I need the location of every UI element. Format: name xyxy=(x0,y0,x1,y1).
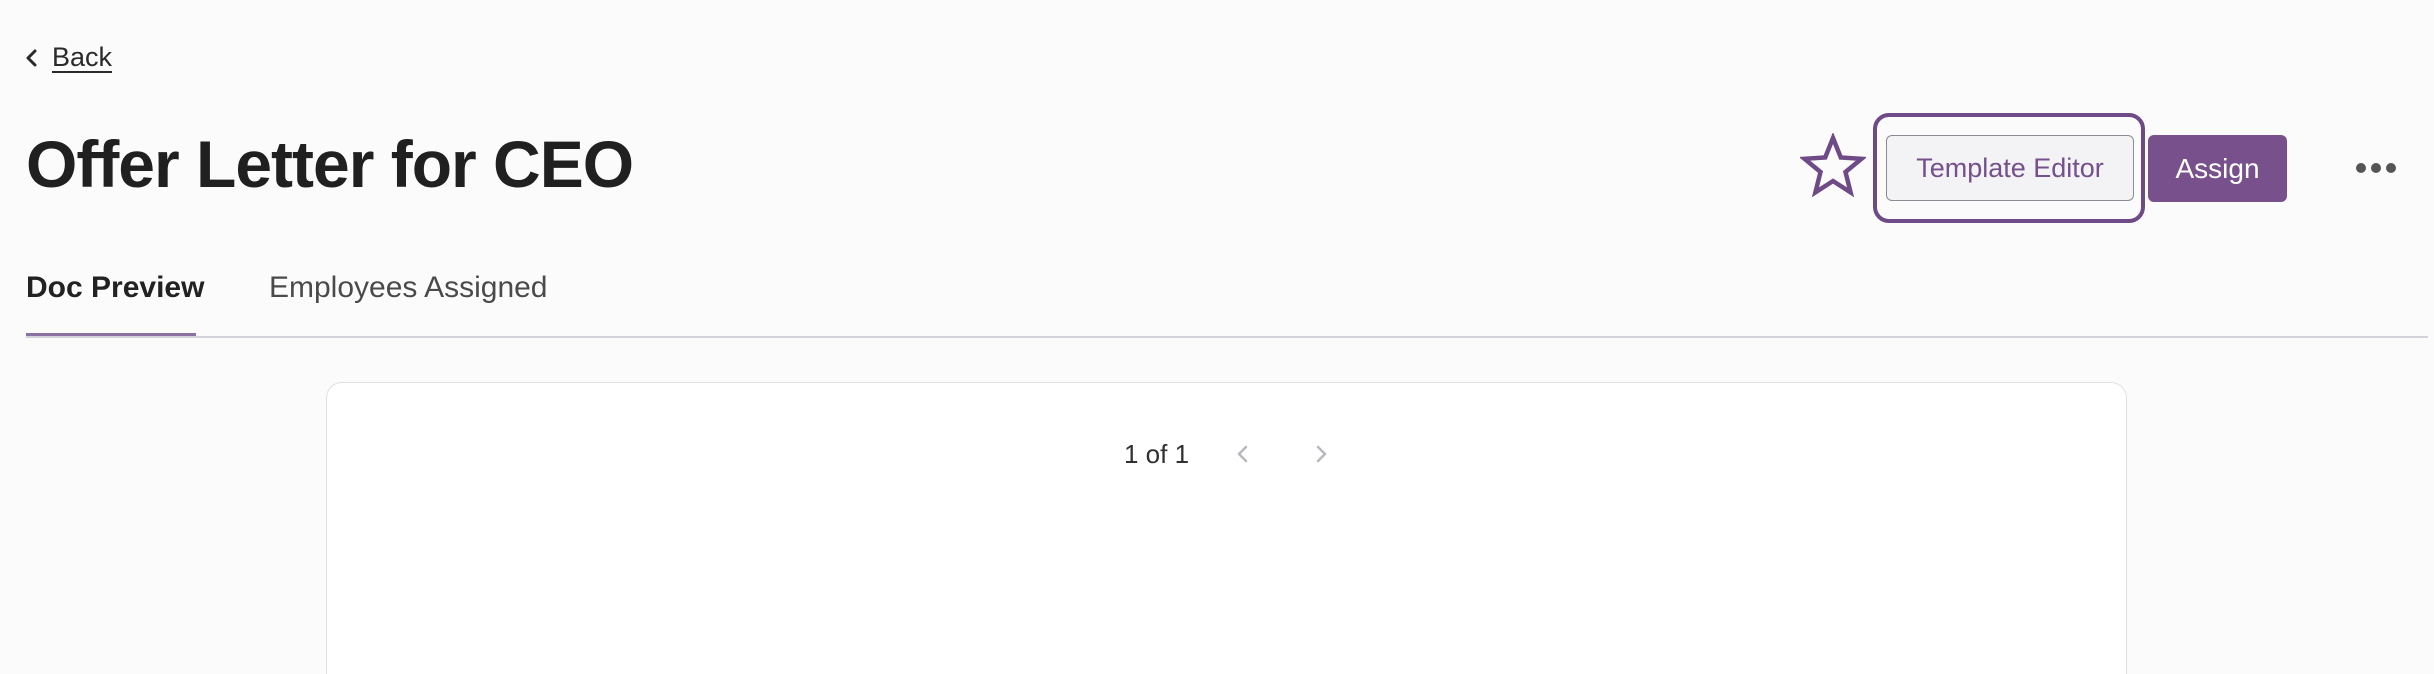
page-title: Offer Letter for CEO xyxy=(26,127,634,201)
assign-button[interactable]: Assign xyxy=(2148,135,2287,202)
back-link-label: Back xyxy=(52,42,113,72)
template-editor-button[interactable]: Template Editor xyxy=(1886,135,2134,201)
tab-divider xyxy=(26,336,2428,338)
chevron-left-icon xyxy=(26,49,37,66)
doc-preview-card: 1 of 1 xyxy=(326,382,2127,674)
next-page-button[interactable] xyxy=(1309,442,1333,466)
tab-bar: Doc Preview Employees Assigned xyxy=(26,268,548,338)
tab-employees-assigned[interactable]: Employees Assigned xyxy=(269,268,548,336)
prev-page-button[interactable] xyxy=(1231,442,1255,466)
chevron-right-icon xyxy=(1316,445,1327,463)
document-template-page: Back Offer Letter for CEO Template Edito… xyxy=(0,0,2434,674)
more-horizontal-icon-dot xyxy=(2386,163,2396,173)
favorite-star-button[interactable] xyxy=(1800,133,1866,199)
page-indicator: 1 of 1 xyxy=(1124,439,1190,469)
star-outline-icon xyxy=(1800,133,1866,198)
tab-doc-preview[interactable]: Doc Preview xyxy=(26,268,204,336)
back-link[interactable]: Back xyxy=(24,42,112,73)
more-horizontal-icon-dot xyxy=(2371,163,2381,173)
more-options-button[interactable] xyxy=(2356,156,2396,180)
more-horizontal-icon xyxy=(2356,163,2366,173)
chevron-left-icon xyxy=(1237,445,1248,463)
